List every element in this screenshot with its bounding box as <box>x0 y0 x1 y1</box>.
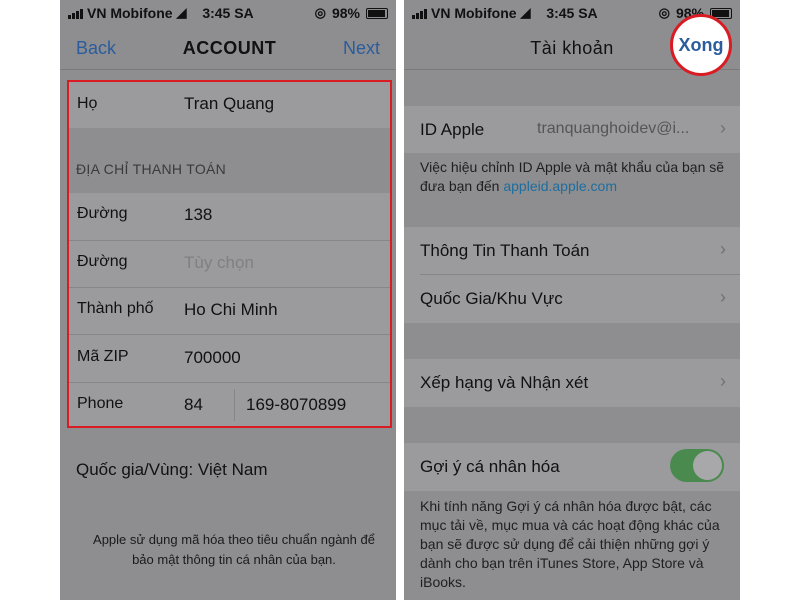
country-region-label: Quốc gia/Vùng: Việt Nam <box>76 460 268 479</box>
phone-account-edit: VN Mobifone ◢ 3:45 SA ◎ 98% Back ACCOUNT… <box>60 0 396 600</box>
row-divider <box>420 274 740 275</box>
status-bar: VN Mobifone ◢ 3:45 SA ◎ 98% <box>60 0 396 26</box>
chevron-right-icon: › <box>720 371 726 391</box>
apple-id-label: ID Apple <box>420 120 485 139</box>
next-button[interactable]: Next <box>343 38 380 59</box>
apple-id-note: Việc hiệu chỉnh ID Apple và mật khẩu của… <box>420 158 730 196</box>
status-time: 3:45 SA <box>202 5 254 21</box>
page-title: ACCOUNT <box>182 37 277 58</box>
nav-bar: Back ACCOUNT Next <box>60 26 396 70</box>
done-button[interactable]: Xong <box>679 35 724 56</box>
personalization-note: Khi tính năng Gợi ý cá nhân hóa được bật… <box>420 498 720 590</box>
carrier-name: VN Mobifone <box>87 5 173 21</box>
chevron-right-icon: › <box>720 118 726 138</box>
toggle-knob <box>693 451 722 480</box>
carrier-name: VN Mobifone <box>431 5 517 21</box>
screenshot-stage: VN Mobifone ◢ 3:45 SA ◎ 98% Back ACCOUNT… <box>0 0 800 600</box>
signal-icon <box>412 8 427 19</box>
highlight-frame <box>67 80 392 428</box>
battery-percent: 98% <box>331 5 360 21</box>
chevron-right-icon: › <box>720 239 726 259</box>
ratings-reviews-item[interactable]: Xếp hạng và Nhận xét <box>420 373 588 393</box>
rotation-lock-icon: ◎ <box>658 5 670 20</box>
page-title: Tài khoản <box>530 37 614 58</box>
apple-id-link[interactable]: appleid.apple.com <box>503 178 617 194</box>
back-button[interactable]: Back <box>76 38 116 59</box>
wifi-icon: ◢ <box>520 5 531 20</box>
country-region-item[interactable]: Quốc Gia/Khu Vực <box>420 289 563 309</box>
rotation-lock-icon: ◎ <box>314 5 326 20</box>
nav-divider <box>60 69 396 70</box>
payment-country-group: Thông Tin Thanh Toán › Quốc Gia/Khu Vực … <box>404 227 740 323</box>
chevron-right-icon: › <box>720 287 726 307</box>
encryption-note: Apple sử dụng mã hóa theo tiêu chuẩn ngà… <box>93 532 375 567</box>
apple-id-row[interactable]: ID Apple tranquanghoidev@i... › <box>404 106 740 153</box>
signal-icon <box>68 8 83 19</box>
ratings-row[interactable]: Xếp hạng và Nhận xét › <box>404 359 740 407</box>
payment-info-item[interactable]: Thông Tin Thanh Toán <box>420 241 590 261</box>
personalization-label: Gợi ý cá nhân hóa <box>420 457 560 476</box>
battery-icon <box>366 7 388 19</box>
phone-account-settings: VN Mobifone ◢ 3:45 SA ◎ 98% Tài khoản Xo… <box>404 0 740 600</box>
status-time: 3:45 SA <box>546 5 598 21</box>
done-button-highlight: Xong <box>670 14 732 76</box>
apple-id-value: tranquanghoidev@i... <box>537 120 690 137</box>
wifi-icon: ◢ <box>176 5 187 20</box>
personalization-toggle[interactable] <box>670 449 724 482</box>
